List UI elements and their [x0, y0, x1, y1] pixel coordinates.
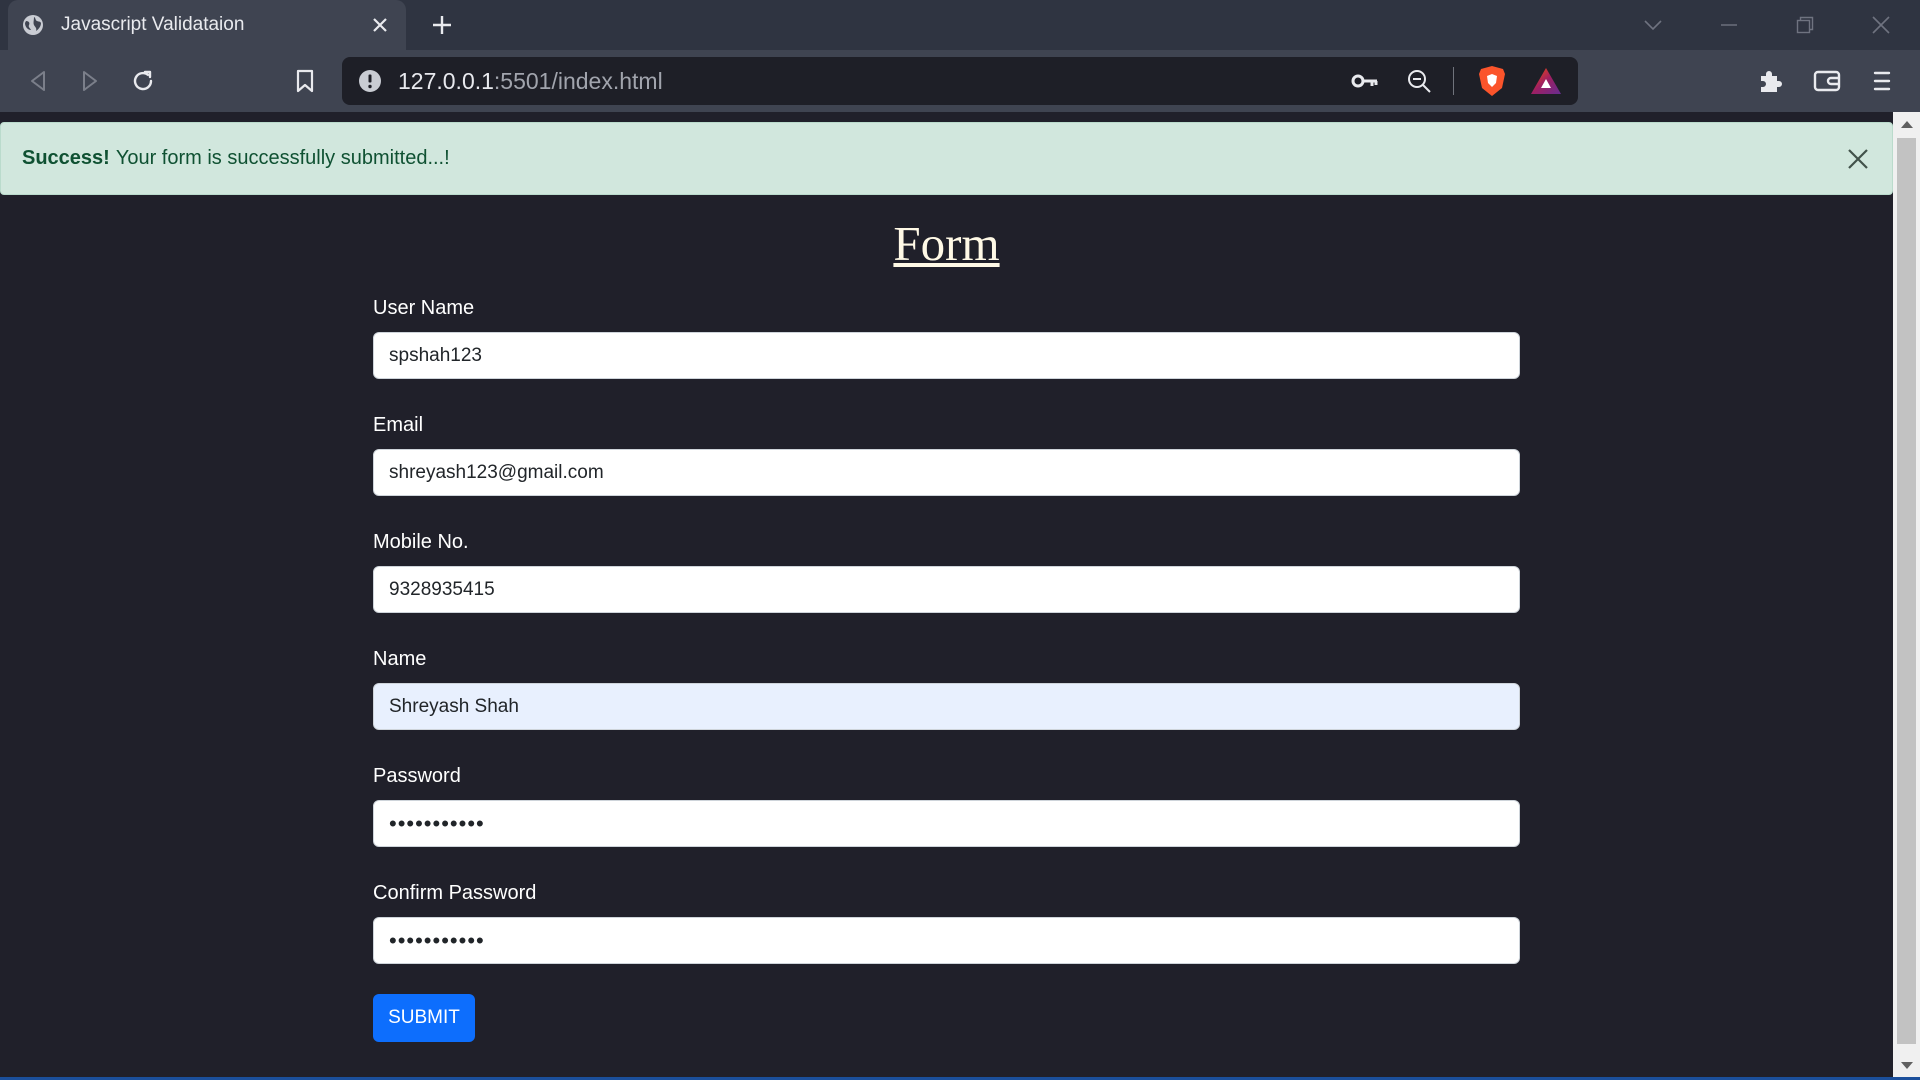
name-input[interactable]	[373, 683, 1520, 730]
alert-message: Your form is successfully submitted...!	[115, 147, 450, 169]
browser-toolbar: 127.0.0.1:5501/index.html	[0, 50, 1920, 112]
bookmark-icon[interactable]	[289, 65, 321, 97]
menu-icon[interactable]	[1866, 65, 1898, 97]
confirm-password-input[interactable]	[373, 917, 1520, 964]
password-input[interactable]	[373, 800, 1520, 847]
url-text[interactable]: 127.0.0.1:5501/index.html	[398, 68, 1327, 95]
plus-icon[interactable]	[430, 13, 454, 37]
submit-button[interactable]: SUBMIT	[373, 994, 475, 1042]
reload-icon[interactable]	[127, 65, 159, 97]
username-label: User Name	[373, 297, 475, 319]
password-label: Password	[373, 765, 461, 787]
confirm-password-label: Confirm Password	[373, 882, 537, 904]
browser-tab[interactable]: Javascript Validataion	[8, 0, 406, 50]
username-input[interactable]	[373, 332, 1520, 379]
url-host: 127.0.0.1	[398, 67, 494, 94]
extensions-icon[interactable]	[1754, 65, 1786, 97]
back-icon[interactable]	[22, 65, 54, 97]
scroll-up-icon[interactable]	[1899, 116, 1914, 131]
success-alert: Success! Your form is successfully submi…	[0, 122, 1893, 195]
scroll-down-icon[interactable]	[1899, 1058, 1914, 1073]
tab-title: Javascript Validataion	[61, 14, 245, 35]
brave-rewards-icon[interactable]	[1530, 65, 1562, 97]
toolbar-divider	[1453, 67, 1454, 95]
scrollbar-thumb[interactable]	[1897, 138, 1916, 1044]
mobile-input[interactable]	[373, 566, 1520, 613]
key-icon[interactable]	[1349, 65, 1381, 97]
restore-icon[interactable]	[1792, 12, 1818, 38]
form-title: Form	[893, 216, 1000, 271]
email-input[interactable]	[373, 449, 1520, 496]
brave-shield-icon[interactable]	[1476, 65, 1508, 97]
minimize-icon[interactable]	[1716, 12, 1742, 38]
scrollbar[interactable]	[1893, 112, 1920, 1078]
globe-icon	[22, 14, 44, 36]
close-icon[interactable]	[368, 13, 392, 37]
zoom-out-icon[interactable]	[1403, 65, 1435, 97]
name-label: Name	[373, 648, 427, 670]
close-window-icon[interactable]	[1868, 12, 1894, 38]
mobile-label: Mobile No.	[373, 531, 469, 553]
url-path: :5501/index.html	[493, 67, 663, 94]
info-icon[interactable]	[358, 69, 382, 93]
page-viewport: Success! Your form is successfully submi…	[0, 112, 1893, 1078]
email-label: Email	[373, 414, 424, 436]
close-icon[interactable]	[1844, 145, 1872, 173]
wallet-icon[interactable]	[1811, 65, 1843, 97]
forward-icon[interactable]	[74, 65, 106, 97]
tab-strip: Javascript Validataion	[0, 0, 1920, 50]
alert-strong: Success!	[22, 147, 110, 169]
chevron-down-icon[interactable]	[1640, 12, 1666, 38]
address-bar[interactable]: 127.0.0.1:5501/index.html	[342, 57, 1578, 105]
